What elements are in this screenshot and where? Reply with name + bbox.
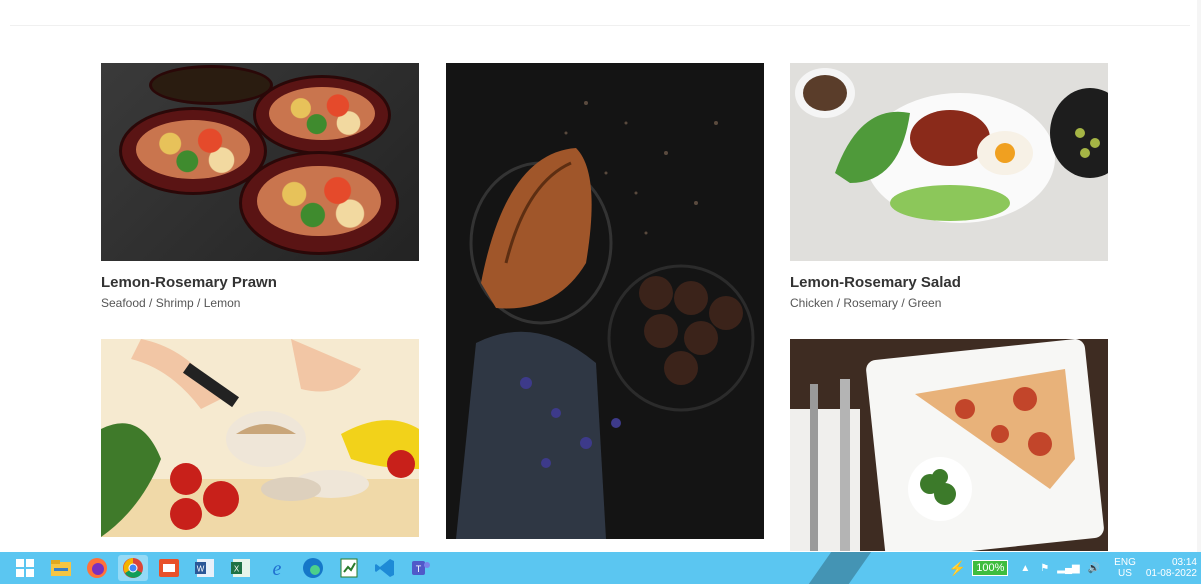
wifi-signal-icon[interactable]: ▂▄▆ <box>1057 563 1079 574</box>
chrome-icon[interactable] <box>118 555 148 581</box>
croissant-illustration <box>446 63 764 539</box>
recipe-tags: Seafood / Shrimp / Lemon <box>101 296 241 310</box>
edge-icon[interactable] <box>298 555 328 581</box>
recipe-gallery-page: Lemon-Rosemary Prawn Seafood / Shrimp / … <box>0 0 1201 552</box>
scrollbar[interactable] <box>1197 0 1201 552</box>
easy-connect-icon[interactable] <box>154 555 184 581</box>
svg-text:e: e <box>273 558 282 579</box>
svg-text:X: X <box>234 565 240 574</box>
windows-taskbar: W X e T ⚡ 100% ▲ ⚑ ▂▄▆ 🔊 ENG US 03:14 01… <box>0 552 1201 584</box>
language-code: ENG <box>1114 557 1136 568</box>
clock-date: 01-08-2022 <box>1145 568 1197 579</box>
firefox-icon[interactable] <box>82 555 112 581</box>
system-tray: ⚡ 100% ▲ ⚑ ▂▄▆ 🔊 ENG US 03:14 01-08-2022 <box>949 552 1201 584</box>
pizza-slice-image[interactable] <box>790 339 1108 551</box>
excel-icon[interactable]: X <box>226 555 256 581</box>
recipe-tags: Chicken / Rosemary / Green <box>790 296 942 310</box>
salad-illustration <box>790 63 1108 261</box>
teams-icon[interactable]: T <box>406 555 436 581</box>
vscode-icon[interactable] <box>370 555 400 581</box>
network-flag-icon[interactable]: ⚑ <box>1040 563 1049 574</box>
chopping-mushrooms-image[interactable] <box>101 339 419 537</box>
prawn-platter-image[interactable] <box>101 63 419 261</box>
language-region: US <box>1118 568 1132 579</box>
notepad-icon[interactable] <box>334 555 364 581</box>
language-indicator[interactable]: ENG US <box>1114 557 1136 579</box>
recipe-title[interactable]: Lemon-Rosemary Prawn <box>101 274 277 291</box>
start-icon[interactable] <box>10 555 40 581</box>
volume-icon[interactable]: 🔊 <box>1088 563 1100 574</box>
power-plug-icon[interactable]: ⚡ <box>949 560 966 577</box>
salad-image[interactable] <box>790 63 1108 261</box>
top-header-bar <box>10 0 1190 26</box>
svg-text:T: T <box>416 564 422 574</box>
internet-explorer-icon[interactable]: e <box>262 555 292 581</box>
mushroom-illustration <box>101 339 419 537</box>
taskbar-decoration <box>808 552 872 584</box>
clock[interactable]: 03:14 01-08-2022 <box>1146 557 1197 579</box>
recipe-title[interactable]: Lemon-Rosemary Salad <box>790 274 961 291</box>
croissant-image[interactable] <box>446 63 764 539</box>
pizza-illustration <box>790 339 1108 551</box>
file-explorer-icon[interactable] <box>46 555 76 581</box>
battery-indicator[interactable]: 100% <box>972 560 1009 576</box>
clock-time: 03:14 <box>1171 557 1197 568</box>
word-icon[interactable]: W <box>190 555 220 581</box>
svg-text:W: W <box>197 565 205 574</box>
chevron-up-icon[interactable]: ▲ <box>1020 563 1030 574</box>
